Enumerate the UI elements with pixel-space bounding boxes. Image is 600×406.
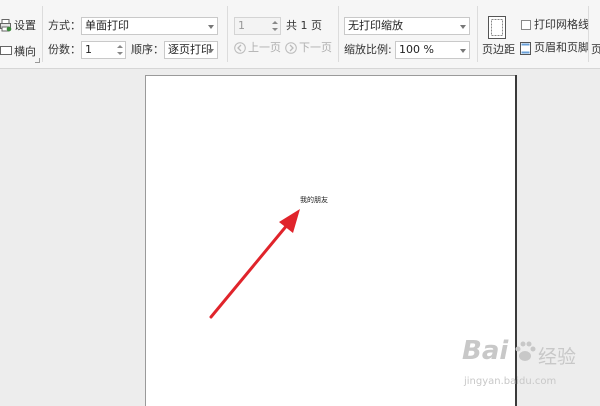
watermark-suffix: 经验	[538, 346, 577, 368]
paw-icon	[515, 341, 536, 361]
watermark-brand: Bai	[462, 336, 509, 366]
watermark-url: jingyan.baidu.com	[464, 376, 557, 387]
annotation-arrow-shaft	[209, 222, 290, 319]
watermark: Bai 经验 jingyan.baidu.com	[462, 336, 592, 396]
